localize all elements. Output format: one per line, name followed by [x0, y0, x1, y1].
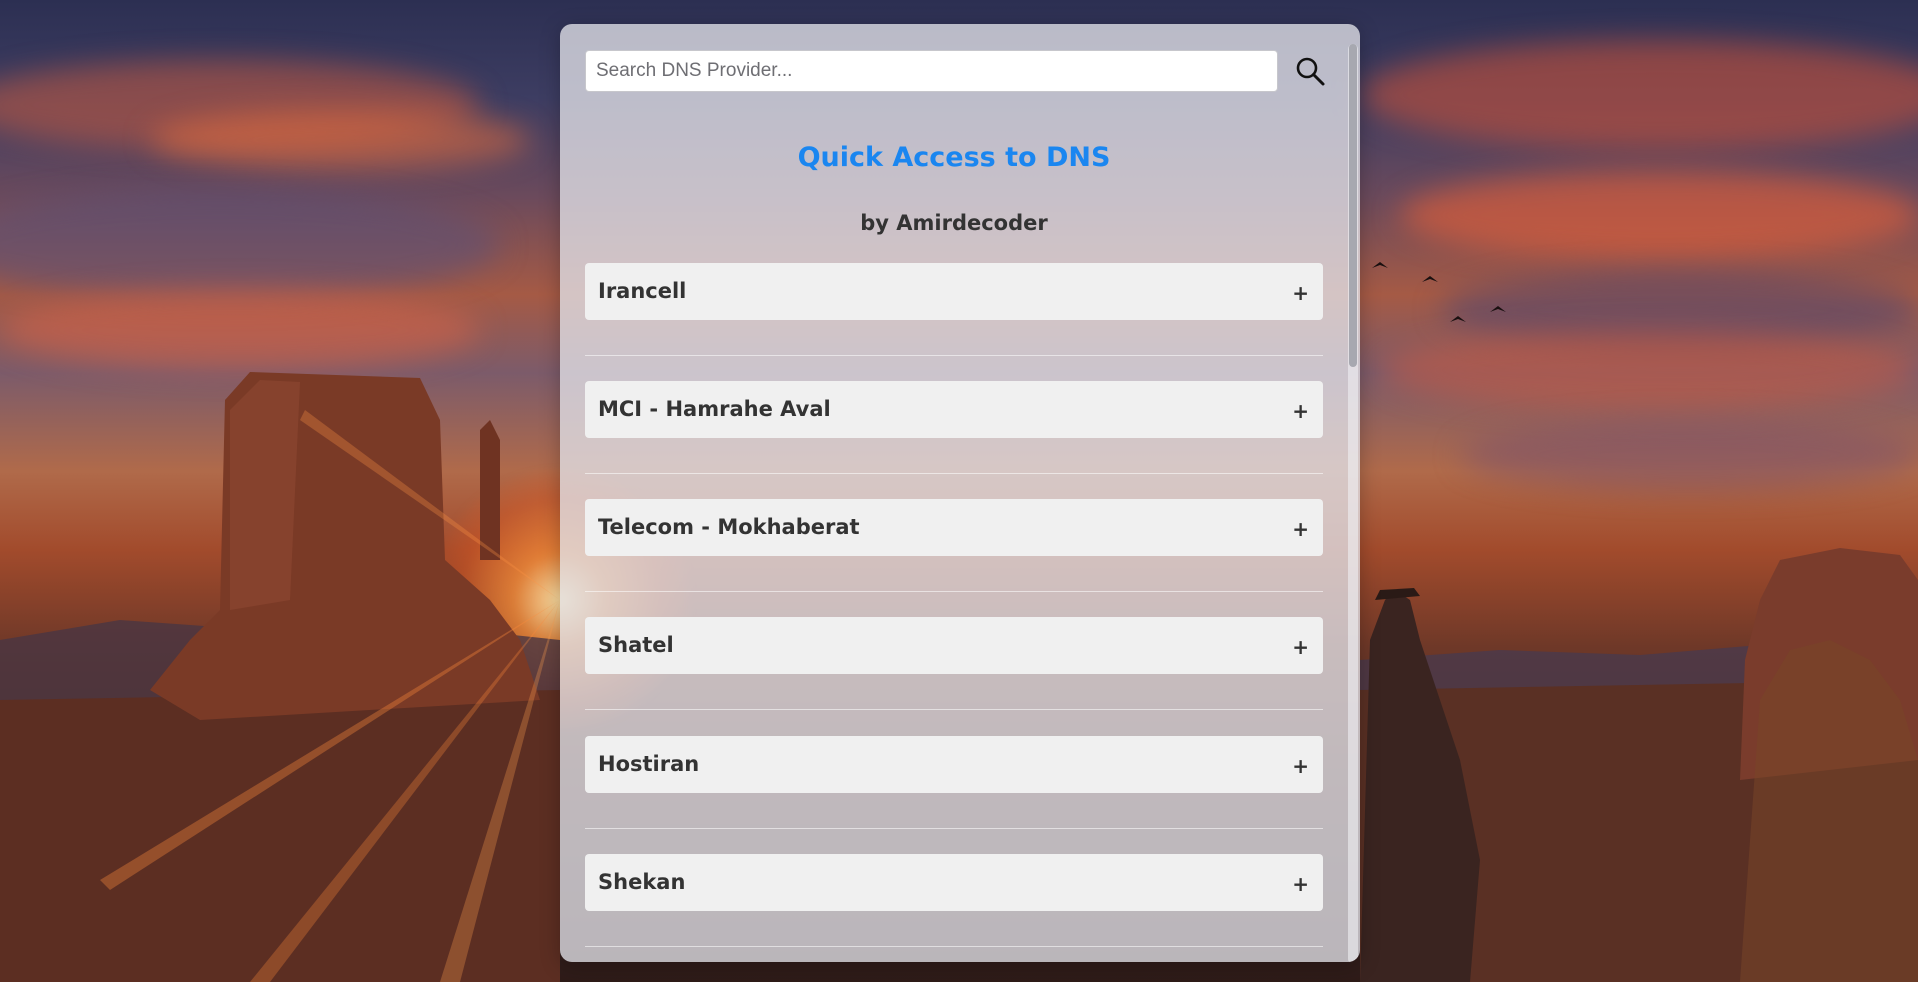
provider-label: Irancell	[598, 279, 687, 303]
provider-header-hostiran[interactable]: Hostiran +	[585, 736, 1323, 793]
provider-header-telecom[interactable]: Telecom - Mokhaberat +	[585, 499, 1323, 556]
divider	[585, 355, 1323, 356]
provider-label: MCI - Hamrahe Aval	[598, 397, 831, 421]
page-title: Quick Access to DNS	[797, 142, 1111, 173]
provider-header-irancell[interactable]: Irancell +	[585, 263, 1323, 320]
divider	[585, 828, 1323, 829]
expand-icon: +	[1292, 399, 1309, 423]
expand-icon: +	[1292, 517, 1309, 541]
divider	[585, 591, 1323, 592]
provider-label: Shekan	[598, 870, 686, 894]
provider-header-shatel[interactable]: Shatel +	[585, 617, 1323, 674]
search-input[interactable]	[585, 50, 1278, 92]
search-button[interactable]	[1294, 55, 1328, 89]
page-subtitle: by Amirdecoder	[860, 211, 1048, 235]
expand-icon: +	[1292, 635, 1309, 659]
scrollbar-thumb[interactable]	[1349, 44, 1357, 367]
expand-icon: +	[1292, 281, 1309, 305]
divider	[585, 946, 1323, 947]
expand-icon: +	[1292, 754, 1309, 778]
search-bar	[585, 50, 1345, 94]
provider-label: Telecom - Mokhaberat	[598, 515, 860, 539]
expand-icon: +	[1292, 872, 1309, 896]
scrollbar[interactable]	[1348, 44, 1358, 962]
divider	[585, 473, 1323, 474]
provider-label: Hostiran	[598, 752, 700, 776]
search-icon	[1296, 57, 1325, 86]
divider	[585, 709, 1323, 710]
provider-header-shekan[interactable]: Shekan +	[585, 854, 1323, 911]
dns-panel: Quick Access to DNS by Amirdecoder Iranc…	[560, 24, 1360, 962]
provider-label: Shatel	[598, 633, 674, 657]
provider-header-mci[interactable]: MCI - Hamrahe Aval +	[585, 381, 1323, 438]
